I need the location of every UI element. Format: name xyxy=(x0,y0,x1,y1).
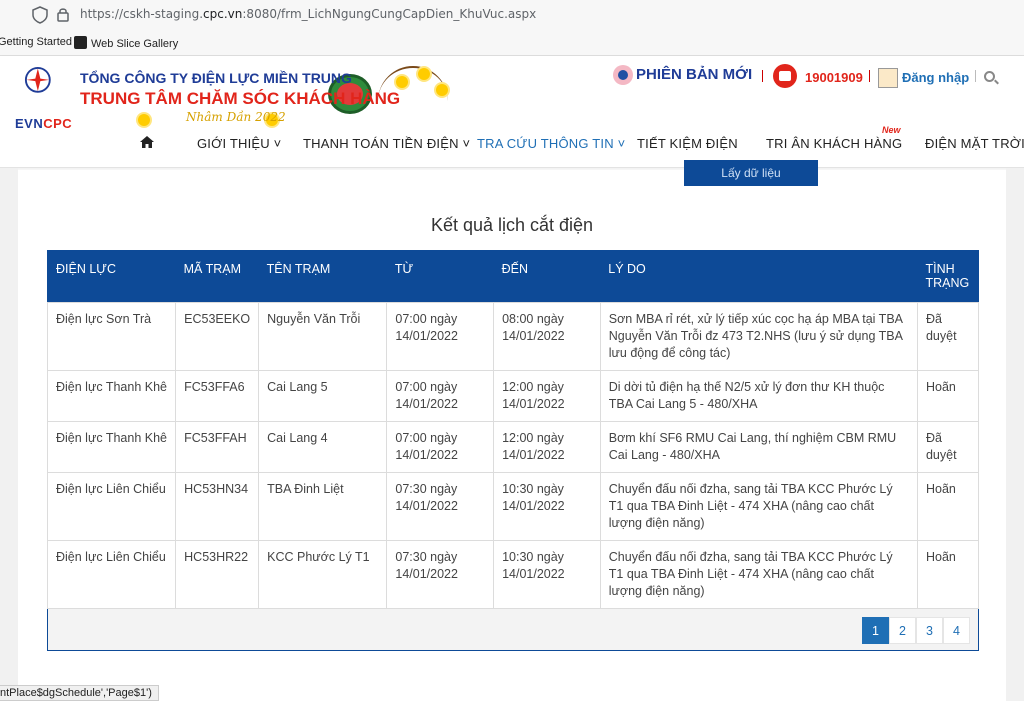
header-banner[interactable]: TỔNG CÔNG TY ĐIỆN LỰC MIỀN TRUNG TRUNG T… xyxy=(78,64,448,132)
col-header: MÃ TRẠM xyxy=(175,250,259,303)
nav-tri-an[interactable]: TRI ÂN KHÁCH HÀNG xyxy=(766,136,902,151)
web-slice-icon xyxy=(74,36,87,49)
new-year-text: Nhâm Dần 2022 xyxy=(186,110,286,124)
url-text[interactable]: https://cskh-staging.cpc.vn:8080/frm_Lic… xyxy=(80,7,536,21)
nav-tiet-kiem[interactable]: TIẾT KIỆM ĐIỆN xyxy=(637,136,738,151)
page-4-button[interactable]: 4 xyxy=(943,617,970,644)
bookmarks-bar: Getting Started Web Slice Gallery xyxy=(0,30,1024,56)
cell-reason: Chuyển đấu nối đzha, sang tải TBA KCC Ph… xyxy=(599,472,918,541)
new-version-link[interactable]: PHIÊN BẢN MỚI xyxy=(636,66,752,83)
cell-station-name: TBA Đinh Liệt xyxy=(258,472,388,541)
cell-status: Đã duyệt xyxy=(916,302,980,371)
cell-station-name: Cai Lang 4 xyxy=(258,421,388,473)
cell-electricity: Điện lực Liên Chiểu xyxy=(46,472,177,541)
flower-icon xyxy=(396,76,408,88)
evn-logo-icon[interactable] xyxy=(24,66,68,110)
cell-to: 10:30 ngày 14/01/2022 xyxy=(493,472,601,541)
divider xyxy=(975,70,976,82)
cell-electricity: Điện lực Sơn Trà xyxy=(46,302,177,371)
table-row: Điện lực Liên Chiểu HC53HR22 KCC Phước L… xyxy=(46,540,980,609)
col-header: ĐẾN xyxy=(493,250,601,303)
bookmark-web-slice-gallery[interactable]: Web Slice Gallery xyxy=(74,36,178,50)
phone-icon xyxy=(773,64,797,88)
table-row: Điện lực Thanh Khê FC53FFA6 Cai Lang 5 0… xyxy=(46,370,980,422)
cell-to: 10:30 ngày 14/01/2022 xyxy=(493,540,601,609)
page-3-button[interactable]: 3 xyxy=(916,617,943,644)
cell-to: 12:00 ngày 14/01/2022 xyxy=(493,421,601,473)
cell-station-code: FC53FFAH xyxy=(175,421,260,473)
cell-status: Đã duyệt xyxy=(916,421,980,473)
hotline-number[interactable]: 19001909 xyxy=(805,70,863,85)
cell-reason: Bơm khí SF6 RMU Cai Lang, thí nghiệm CBM… xyxy=(599,421,918,473)
cell-reason: Di dời tủ điện hạ thế N2/5 xử lý đơn thư… xyxy=(599,370,918,422)
col-header: LÝ DO xyxy=(600,250,918,303)
cell-status: Hoãn xyxy=(916,370,980,422)
pagination: 1 2 3 4 xyxy=(862,617,970,644)
divider xyxy=(869,70,870,82)
logo-text: EVNCPC xyxy=(15,116,73,131)
table-header-row: ĐIỆN LỰC MÃ TRẠM TÊN TRẠM TỪ ĐẾN LÝ DO T… xyxy=(47,250,979,303)
pager-cell: 1 2 3 4 xyxy=(47,608,979,651)
center-name: TRUNG TÂM CHĂM SÓC KHÁCH HÀNG xyxy=(80,89,401,108)
pager-row: 1 2 3 4 xyxy=(47,608,979,651)
cell-electricity: Điện lực Thanh Khê xyxy=(46,421,177,473)
page-gutter-left xyxy=(0,168,18,701)
table-row: Điện lực Sơn Trà EC53EEKO Nguyễn Văn Trỗ… xyxy=(46,302,980,371)
cell-station-code: EC53EEKO xyxy=(175,302,260,371)
user-avatar-icon[interactable] xyxy=(878,68,898,88)
cell-to: 12:00 ngày 14/01/2022 xyxy=(493,370,601,422)
login-link[interactable]: Đăng nhập xyxy=(902,70,969,85)
lock-icon[interactable] xyxy=(56,6,70,22)
cell-from: 07:30 ngày 14/01/2022 xyxy=(386,472,495,541)
main-nav: GIỚI THIỆU ˅ THANH TOÁN TIỀN ĐIỆN ˅ TRA … xyxy=(0,134,1024,154)
nav-dien-mat-troi[interactable]: ĐIỆN MẶT TRỜI ˅ xyxy=(925,136,1024,151)
cell-station-code: HC53HN34 xyxy=(175,472,260,541)
cell-reason: Chuyển đấu nối đzha, sang tải TBA KCC Ph… xyxy=(599,540,918,609)
cell-status: Hoãn xyxy=(916,540,980,609)
cell-electricity: Điện lực Liên Chiểu xyxy=(46,540,177,609)
cell-from: 07:30 ngày 14/01/2022 xyxy=(386,540,495,609)
cell-station-code: FC53FFA6 xyxy=(175,370,260,422)
cell-reason: Sơn MBA rỉ rét, xử lý tiếp xúc cọc hạ áp… xyxy=(599,302,918,371)
corporation-name: TỔNG CÔNG TY ĐIỆN LỰC MIỀN TRUNG xyxy=(80,70,352,86)
nav-tra-cuu[interactable]: TRA CỨU THÔNG TIN ˅ xyxy=(477,136,625,151)
nav-thanh-toan[interactable]: THANH TOÁN TIỀN ĐIỆN ˅ xyxy=(303,136,470,151)
cell-to: 08:00 ngày 14/01/2022 xyxy=(493,302,601,371)
site-header: EVNCPC TỔNG CÔNG TY ĐIỆN LỰC MIỀN TRUNG … xyxy=(0,56,1024,168)
col-header: TÊN TRẠM xyxy=(258,250,387,303)
bookmark-getting-started[interactable]: Getting Started xyxy=(0,36,72,48)
col-header: ĐIỆN LỰC xyxy=(47,250,176,303)
table-row: Điện lực Liên Chiểu HC53HN34 TBA Đinh Li… xyxy=(46,472,980,541)
page-2-button[interactable]: 2 xyxy=(889,617,916,644)
flower-icon xyxy=(138,114,150,126)
cell-station-code: HC53HR22 xyxy=(175,540,260,609)
nav-gioi-thieu[interactable]: GIỚI THIỆU ˅ xyxy=(197,136,281,151)
cell-station-name: Nguyễn Văn Trỗi xyxy=(258,302,388,371)
table-row: Điện lực Thanh Khê FC53FFAH Cai Lang 4 0… xyxy=(46,421,980,473)
cell-from: 07:00 ngày 14/01/2022 xyxy=(386,370,495,422)
shield-icon[interactable] xyxy=(32,6,48,24)
flower-icon xyxy=(418,68,430,80)
fetch-data-button[interactable]: Lấy dữ liệu xyxy=(684,160,818,186)
col-header: TÌNH TRẠNG xyxy=(917,250,979,303)
schedule-table: ĐIỆN LỰC MÃ TRẠM TÊN TRẠM TỪ ĐẾN LÝ DO T… xyxy=(46,250,980,651)
page-1-button[interactable]: 1 xyxy=(862,617,889,644)
cell-from: 07:00 ngày 14/01/2022 xyxy=(386,302,495,371)
divider xyxy=(762,70,763,82)
cell-from: 07:00 ngày 14/01/2022 xyxy=(386,421,495,473)
bookmark-label: Web Slice Gallery xyxy=(91,38,179,50)
page-gutter-right xyxy=(1006,168,1024,701)
cell-station-name: KCC Phước Lý T1 xyxy=(258,540,388,609)
cell-station-name: Cai Lang 5 xyxy=(258,370,388,422)
result-title: Kết quả lịch cắt điện xyxy=(430,215,594,235)
cell-status: Hoãn xyxy=(916,472,980,541)
address-bar[interactable]: https://cskh-staging.cpc.vn:8080/frm_Lic… xyxy=(0,0,1024,30)
cell-electricity: Điện lực Thanh Khê xyxy=(46,370,177,422)
browser-status-bar: ntPlace$dgSchedule','Page$1') xyxy=(0,685,159,701)
col-header: TỪ xyxy=(386,250,494,303)
search-icon[interactable] xyxy=(984,71,995,82)
globe-icon[interactable] xyxy=(613,65,633,85)
flower-icon xyxy=(436,84,448,96)
